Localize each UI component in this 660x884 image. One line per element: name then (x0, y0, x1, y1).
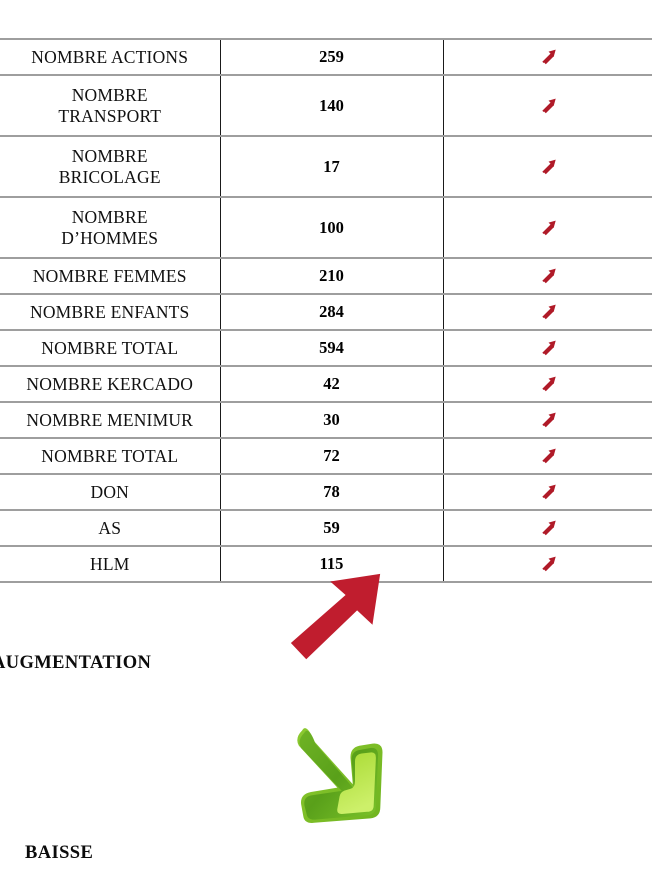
row-value: 210 (219, 257, 444, 294)
row-label-line: D’HOMMES (61, 227, 159, 248)
row-value: 100 (219, 196, 444, 258)
row-label: AS (0, 509, 220, 546)
table-row: NOMBRE TOTAL 594 (0, 329, 652, 366)
row-value: 78 (219, 473, 444, 510)
row-label: NOMBRE TOTAL (0, 329, 220, 366)
table-row: NOMBRE D’HOMMES 100 (0, 196, 652, 258)
row-trend (443, 509, 652, 546)
row-value: 284 (219, 293, 444, 330)
table-row: NOMBRE BRICOLAGE 17 (0, 135, 652, 197)
statistics-table-container: NOMBRE ACTIONS 259 NOMBRE TRANSPORT 140 (0, 38, 652, 583)
row-label: NOMBRE D’HOMMES (0, 196, 220, 258)
table-body: NOMBRE ACTIONS 259 NOMBRE TRANSPORT 140 (0, 38, 652, 583)
row-label-line: NOMBRE TOTAL (41, 445, 179, 466)
row-trend (443, 196, 652, 258)
row-value: 594 (219, 329, 444, 366)
row-value: 59 (219, 509, 444, 546)
row-trend (443, 38, 652, 75)
row-trend (443, 74, 652, 136)
table-row: NOMBRE ENFANTS 284 (0, 293, 652, 330)
row-trend (443, 401, 652, 438)
arrow-up-right-icon (537, 217, 559, 239)
row-label-line: NOMBRE (71, 146, 148, 167)
row-label: NOMBRE TRANSPORT (0, 74, 220, 136)
row-label-line: NOMBRE (71, 85, 148, 106)
row-label-line: BRICOLAGE (58, 166, 161, 187)
arrow-down-right-large-icon (278, 715, 388, 825)
row-trend (443, 473, 652, 510)
row-label: NOMBRE FEMMES (0, 257, 220, 294)
row-label-line: NOMBRE FEMMES (32, 265, 187, 286)
row-trend (443, 437, 652, 474)
arrow-up-right-icon (537, 409, 559, 431)
row-trend (443, 365, 652, 402)
arrow-up-right-icon (537, 46, 559, 68)
row-value: 17 (219, 135, 444, 197)
row-value: 72 (219, 437, 444, 474)
row-label: NOMBRE ENFANTS (0, 293, 220, 330)
row-label-line: NOMBRE (71, 207, 148, 228)
row-label-line: DON (90, 481, 129, 502)
table-row: NOMBRE TRANSPORT 140 (0, 74, 652, 136)
row-label: NOMBRE TOTAL (0, 437, 220, 474)
arrow-up-right-icon (537, 265, 559, 287)
row-label-line: NOMBRE TOTAL (41, 337, 179, 358)
row-trend (443, 257, 652, 294)
statistics-table: NOMBRE ACTIONS 259 NOMBRE TRANSPORT 140 (0, 38, 652, 583)
row-trend (443, 293, 652, 330)
table-row: NOMBRE FEMMES 210 (0, 257, 652, 294)
row-label: NOMBRE KERCADO (0, 365, 220, 402)
table-row: NOMBRE TOTAL 72 (0, 437, 652, 474)
arrow-up-right-icon (537, 95, 559, 117)
row-label: NOMBRE BRICOLAGE (0, 135, 220, 197)
row-label-line: NOMBRE KERCADO (26, 373, 194, 394)
arrow-up-right-icon (537, 373, 559, 395)
legend: AUGMENTATION BAISSE (0, 560, 660, 884)
row-value: 140 (219, 74, 444, 136)
row-value: 259 (219, 38, 444, 75)
row-label-line: NOMBRE ACTIONS (31, 46, 189, 67)
arrow-up-right-large-icon (288, 570, 384, 666)
row-label-line: TRANSPORT (58, 105, 162, 126)
table-row: NOMBRE ACTIONS 259 (0, 38, 652, 75)
table-row: NOMBRE KERCADO 42 (0, 365, 652, 402)
arrow-up-right-icon (537, 481, 559, 503)
row-label: NOMBRE ACTIONS (0, 38, 220, 75)
arrow-up-right-icon (537, 156, 559, 178)
row-label: NOMBRE MENIMUR (0, 401, 220, 438)
arrow-up-right-icon (537, 445, 559, 467)
table-row: NOMBRE MENIMUR 30 (0, 401, 652, 438)
arrow-up-right-icon (537, 337, 559, 359)
table-row: AS 59 (0, 509, 652, 546)
legend-label-baisse: BAISSE (25, 843, 94, 863)
row-label-line: NOMBRE MENIMUR (26, 409, 194, 430)
row-trend (443, 329, 652, 366)
row-value: 42 (219, 365, 444, 402)
arrow-up-right-icon (537, 301, 559, 323)
row-trend (443, 135, 652, 197)
row-label-line: AS (98, 517, 122, 538)
table-row: DON 78 (0, 473, 652, 510)
legend-label-augmentation: AUGMENTATION (0, 653, 152, 673)
row-value: 30 (219, 401, 444, 438)
row-label-line: NOMBRE ENFANTS (29, 301, 190, 322)
arrow-up-right-icon (537, 517, 559, 539)
row-label: DON (0, 473, 220, 510)
